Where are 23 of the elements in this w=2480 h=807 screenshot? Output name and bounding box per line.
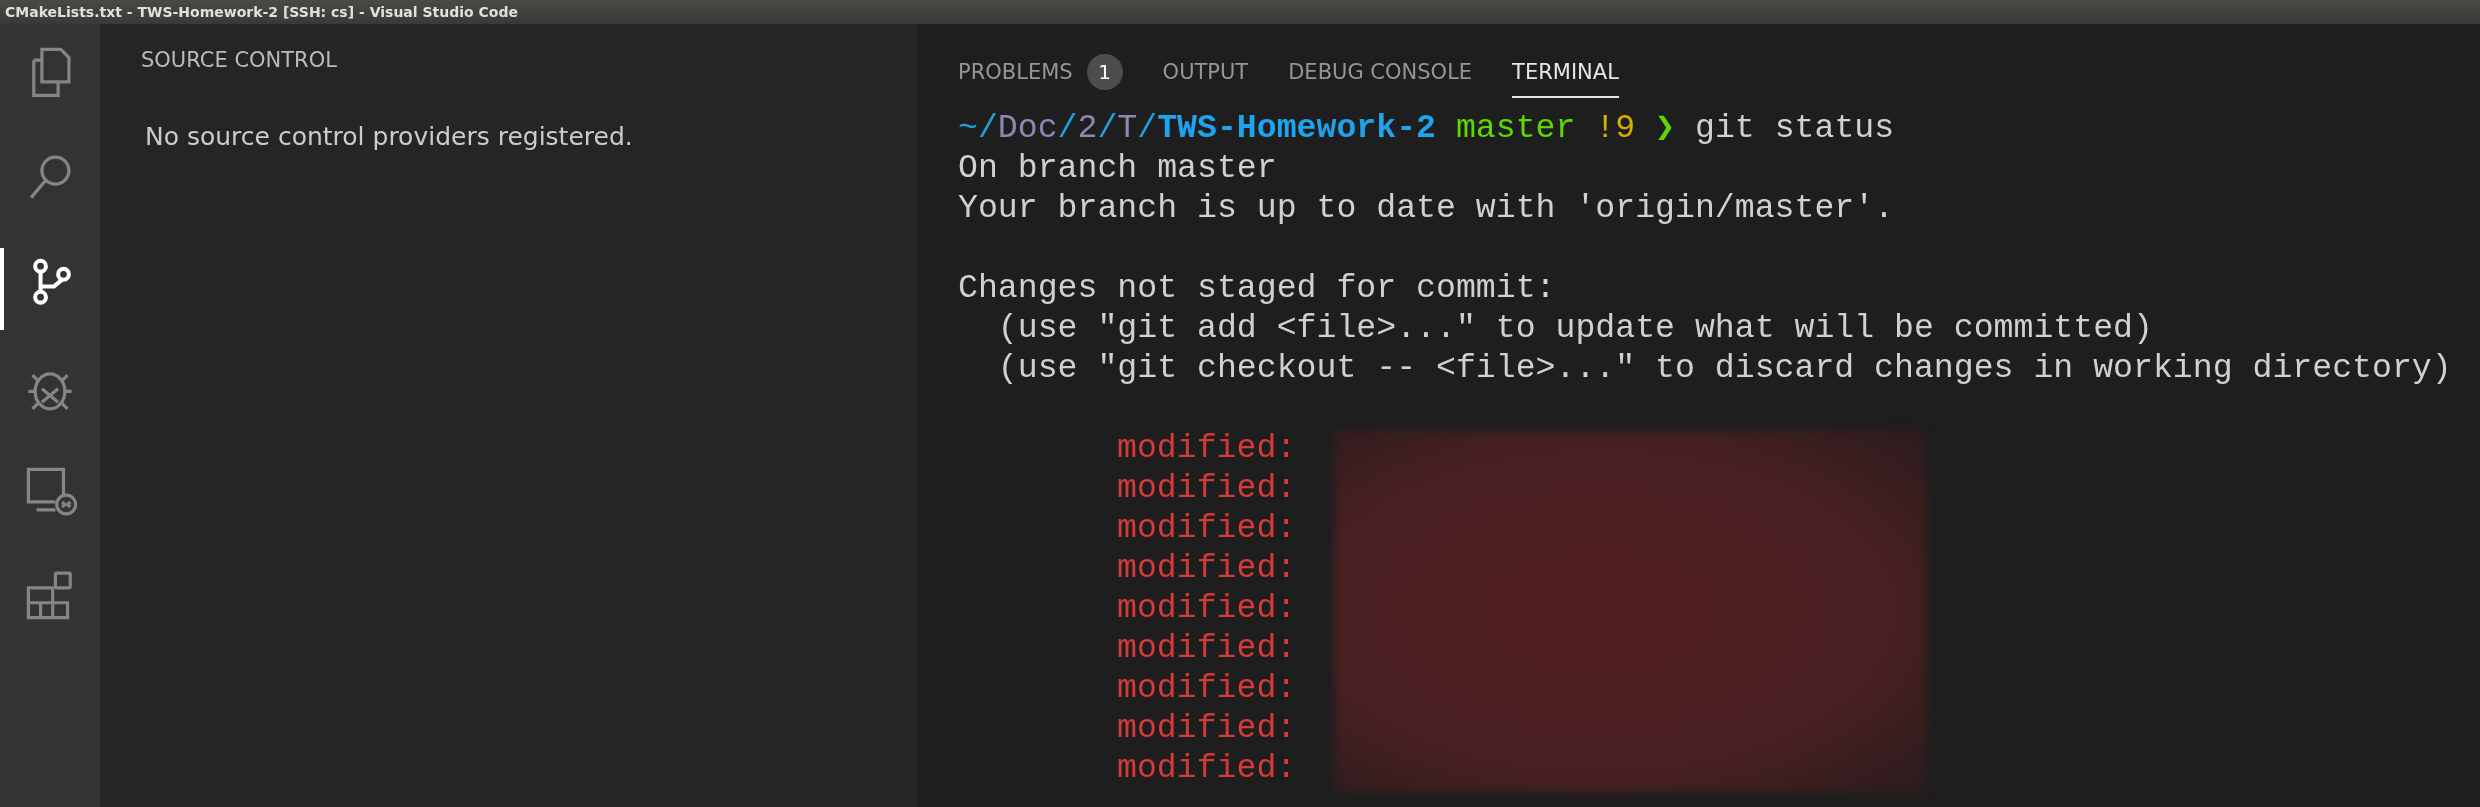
modified-label: modified: <box>1117 708 1297 748</box>
panel-tab[interactable]: PROBLEMS 1 <box>958 52 1123 98</box>
sidebar-title: SOURCE CONTROL <box>141 48 338 72</box>
modified-label: modified: <box>1117 548 1297 588</box>
modified-label: modified: <box>1117 748 1297 788</box>
panel-tab[interactable]: OUTPUT <box>1162 52 1249 98</box>
window-title: CMakeLists.txt - TWS-Homework-2 [SSH: cs] - Visual Studio Code <box>5 4 518 20</box>
modified-label: modified: <box>1117 628 1297 668</box>
count-badge: 1 <box>1086 54 1123 90</box>
modified-label: modified: <box>1117 468 1297 508</box>
prompt-line: ~/Doc/2/T/TWS-Homework-2 master !9 ❯ git status <box>958 108 1896 148</box>
panel-tab[interactable]: DEBUG CONSOLE <box>1288 52 1473 98</box>
modified-label: modified: <box>1117 508 1297 548</box>
modified-label: modified: <box>1117 668 1297 708</box>
terminal-line: Changes not staged for commit: <box>958 268 1557 308</box>
panel-tab[interactable]: TERMINAL <box>1512 52 1619 98</box>
terminal-line: (use "git add <file>..." to update what will be committed) <box>996 308 2154 348</box>
modified-label: modified: <box>1117 428 1297 468</box>
empty-message: No source control providers registered. <box>145 122 634 151</box>
terminal-line: (use "git checkout -- <file>..." to discard changes in working directory) <box>996 348 2453 388</box>
terminal-line: Your branch is up to date with 'origin/master'. <box>958 188 1896 228</box>
terminal-line: On branch master <box>958 148 1278 188</box>
modified-label: modified: <box>1117 588 1297 628</box>
